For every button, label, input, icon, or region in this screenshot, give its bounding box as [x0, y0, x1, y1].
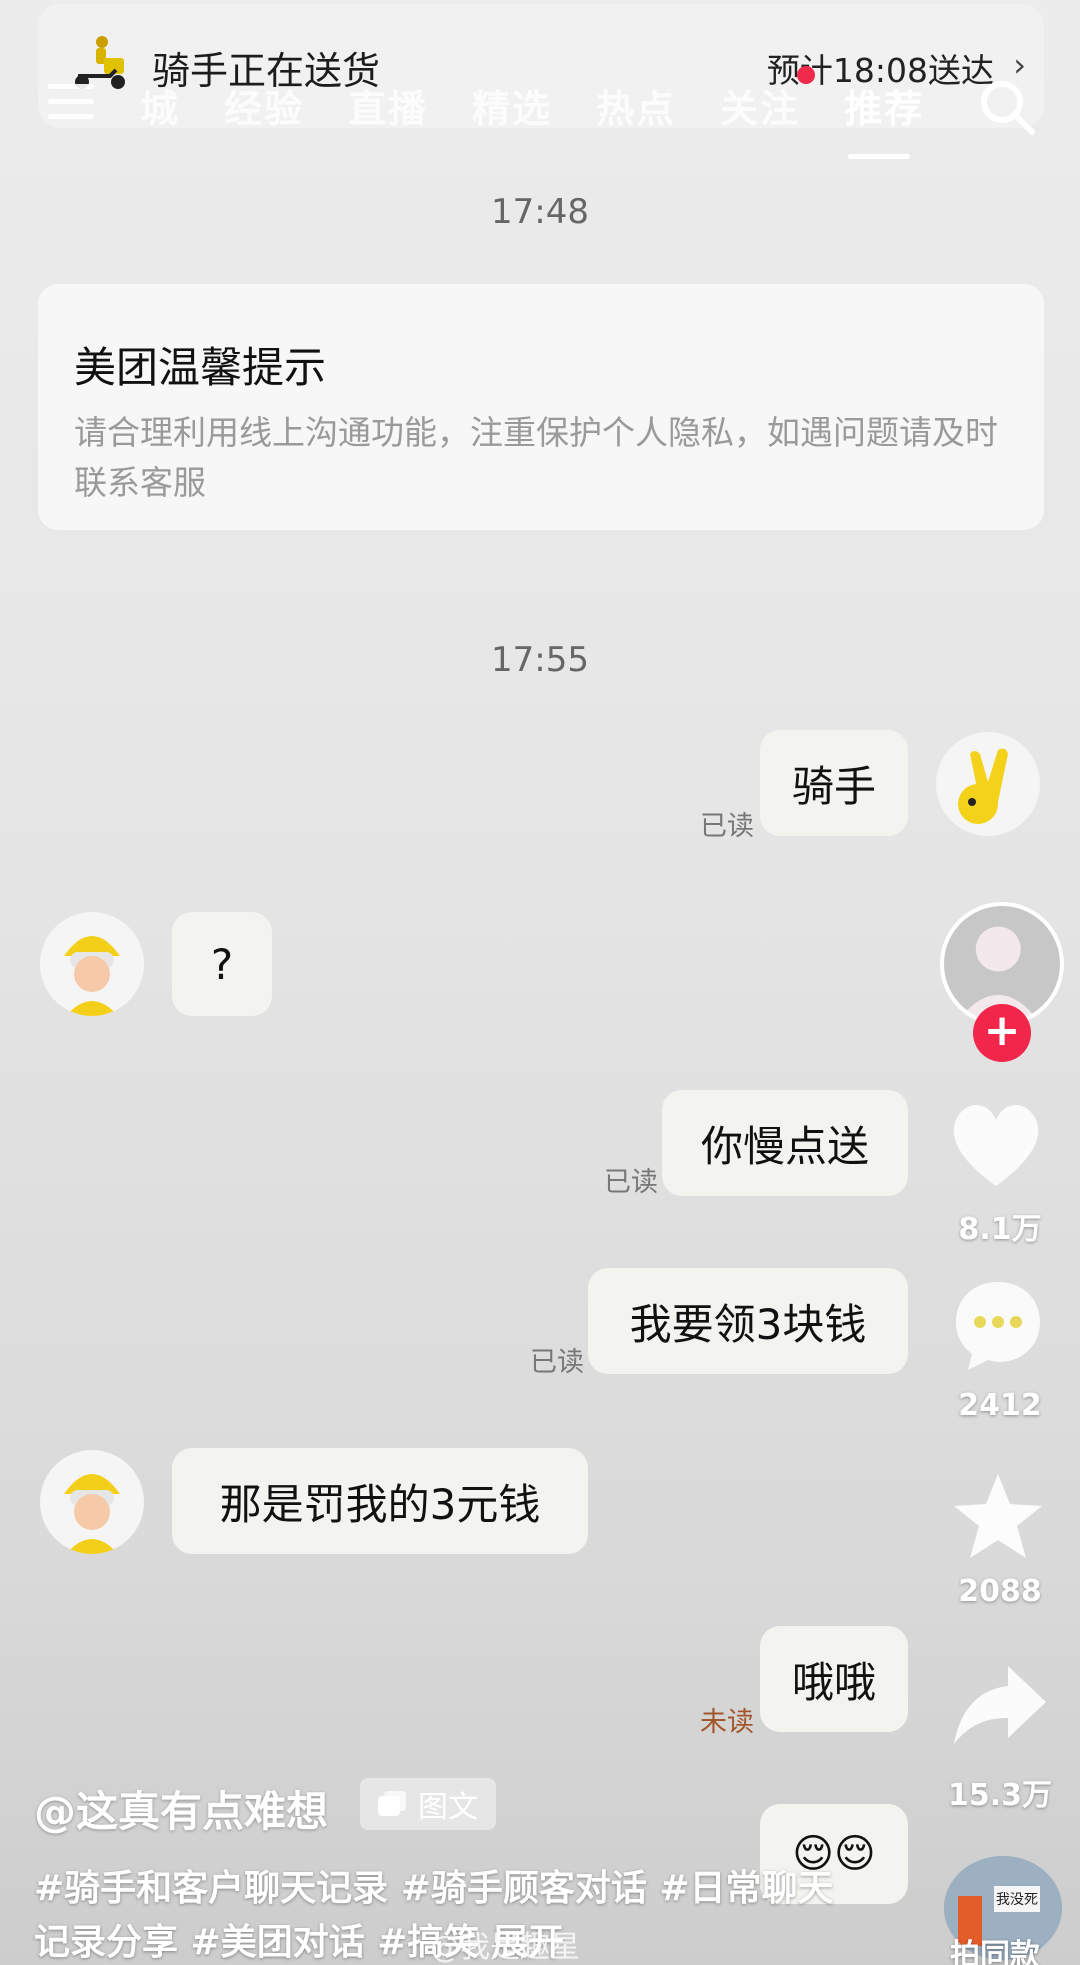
comment-icon[interactable] [948, 1274, 1048, 1374]
image-text-badge: 图文 [360, 1778, 496, 1830]
message-bubble[interactable]: ? [172, 912, 272, 1016]
tab-mall[interactable]: 城 [140, 78, 180, 134]
chat-timestamp: 17:48 [491, 192, 589, 232]
author-handle[interactable]: @这真有点难想 [34, 1778, 328, 1839]
unread-status: 未读 [700, 1707, 754, 1738]
notice-title: 美团温馨提示 [74, 343, 327, 392]
notification-dot [797, 66, 815, 84]
share-count: 15.3万 [947, 1778, 1053, 1813]
message-bubble[interactable]: 我要领3块钱 [588, 1268, 908, 1374]
menu-icon[interactable] [48, 84, 94, 126]
read-status: 已读 [530, 1347, 584, 1378]
customer-avatar[interactable] [936, 732, 1040, 836]
search-icon[interactable] [976, 76, 1038, 138]
notice-body: 请合理利用线上沟通功能，注重保护个人隐私，如遇问题请及时联系客服 [74, 413, 998, 502]
tab-following[interactable]: 关注 [720, 78, 800, 134]
image-text-icon [378, 1791, 406, 1816]
badge-label: 图文 [418, 1790, 478, 1825]
courier-avatar[interactable] [40, 912, 144, 1016]
nav-tabs: 城 经验 直播 精选 热点 关注 推荐 [140, 78, 940, 134]
read-status: 已读 [700, 811, 754, 842]
favorite-count: 2088 [958, 1574, 1042, 1609]
tab-live[interactable]: 直播 [348, 78, 428, 134]
message-bubble[interactable]: 那是罚我的3元钱 [172, 1448, 588, 1554]
sound-thumbnail-text: 我没死 [996, 1892, 1038, 1908]
heart-icon[interactable] [944, 1096, 1048, 1192]
message-bubble[interactable]: 你慢点送 [662, 1090, 908, 1196]
follow-plus-icon[interactable]: + [973, 1004, 1031, 1062]
message-bubble[interactable]: 哦哦 [760, 1626, 908, 1732]
tab-hot[interactable]: 热点 [596, 78, 676, 134]
watermark: @我是趣星 [430, 1930, 580, 1965]
tab-featured[interactable]: 精选 [472, 78, 552, 134]
same-style-label[interactable]: 拍同款 [950, 1930, 1040, 1965]
comment-count: 2412 [958, 1388, 1042, 1423]
like-count: 8.1万 [958, 1212, 1042, 1247]
share-icon[interactable] [950, 1660, 1050, 1750]
notice-card: 美团温馨提示 请合理利用线上沟通功能，注重保护个人隐私，如遇问题请及时联系客服 [38, 284, 1044, 530]
courier-avatar[interactable] [40, 1450, 144, 1554]
tab-recommend[interactable]: 推荐 [844, 78, 924, 134]
star-icon[interactable] [950, 1468, 1046, 1564]
screen: 骑手正在送货 预计18:08送达 › 城 经验 直播 精选 热点 关注 推荐 1… [0, 0, 1080, 1965]
read-status: 已读 [604, 1167, 658, 1198]
chat-timestamp: 17:55 [491, 640, 589, 680]
message-bubble[interactable]: 骑手 [760, 730, 908, 836]
tab-experience[interactable]: 经验 [224, 78, 304, 134]
active-tab-indicator [848, 154, 910, 159]
